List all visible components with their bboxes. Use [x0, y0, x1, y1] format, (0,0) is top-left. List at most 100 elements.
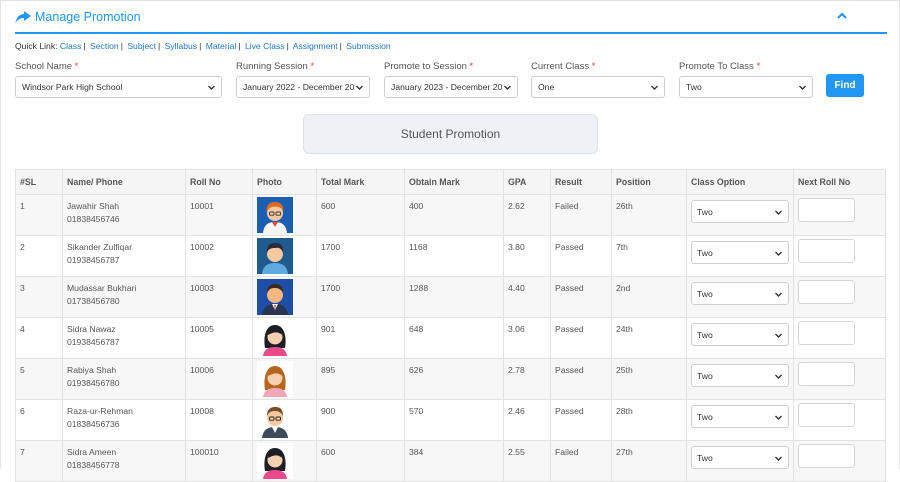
student-name: Sikander Zulfiqar — [67, 242, 132, 252]
class-option-select[interactable]: Two — [691, 241, 789, 264]
header-obtain-mark: Obtain Mark — [404, 169, 504, 195]
class-option-select[interactable]: Two — [691, 364, 789, 387]
header-gpa: GPA — [503, 169, 551, 195]
header-result: Result — [550, 169, 612, 195]
promote-class-label: Promote To Class * — [679, 61, 761, 72]
cell-obtain-mark: 626 — [404, 358, 504, 400]
cell-result: Failed — [550, 440, 612, 482]
cell-sl: 6 — [15, 399, 63, 441]
next-roll-input[interactable] — [798, 198, 855, 222]
cell-obtain-mark: 400 — [404, 194, 504, 236]
current-class-select[interactable]: One — [531, 76, 665, 98]
student-phone: 01838456778 — [67, 460, 120, 470]
quick-link-class[interactable]: Class — [60, 41, 82, 51]
cell-name-phone: Rabiya Shah 01938456780 — [62, 358, 186, 400]
quick-link-live-class[interactable]: Live Class — [245, 41, 285, 51]
chevron-down-icon — [775, 292, 782, 297]
chevron-down-icon — [775, 374, 782, 379]
running-session-select[interactable]: January 2022 - December 2022 — [236, 76, 370, 98]
header-class-option: Class Option — [686, 169, 794, 195]
share-arrow-icon — [15, 10, 31, 23]
student-phone: 01938456787 — [67, 255, 120, 265]
chevron-down-icon — [775, 415, 782, 420]
chevron-down-icon — [355, 83, 364, 92]
class-option-select[interactable]: Two — [691, 200, 789, 223]
quick-link-material[interactable]: Material — [206, 41, 237, 51]
class-option-select[interactable]: Two — [691, 446, 789, 469]
cell-position: 2nd — [611, 276, 687, 318]
cell-position: 26th — [611, 194, 687, 236]
chevron-down-icon — [207, 83, 216, 92]
cell-gpa: 3.80 — [503, 235, 551, 277]
cell-sl: 7 — [15, 440, 63, 482]
student-name: Rabiya Shah — [67, 365, 117, 375]
chevron-up-icon[interactable] — [835, 9, 849, 23]
male-suit-icon — [257, 279, 293, 315]
student-promotion-title: Student Promotion — [303, 114, 598, 154]
student-name: Raza-ur-Rehman — [67, 406, 133, 416]
student-phone: 01738456780 — [67, 296, 120, 306]
chevron-down-icon — [775, 251, 782, 256]
next-roll-input[interactable] — [798, 444, 855, 468]
next-roll-input[interactable] — [798, 239, 855, 263]
cell-position: 28th — [611, 399, 687, 441]
table-row: 5 Rabiya Shah 01938456780 10006 895 626 2.78 Pa… — [15, 358, 886, 400]
cell-gpa: 2.62 — [503, 194, 551, 236]
student-phone: 01838456746 — [67, 214, 120, 224]
student-name: Sidra Ameen — [67, 447, 117, 457]
cell-photo — [252, 399, 317, 441]
class-option-select[interactable]: Two — [691, 323, 789, 346]
cell-roll-no: 10008 — [185, 399, 253, 441]
quick-link-subject[interactable]: Subject — [127, 41, 156, 51]
promote-class-field: Promote To Class * Two — [679, 61, 813, 98]
school-select[interactable]: Windsor Park High School — [15, 76, 222, 98]
next-roll-input[interactable] — [798, 321, 855, 345]
cell-class-option: Two — [686, 235, 794, 277]
student-phone: 01838456736 — [67, 419, 120, 429]
cell-photo — [252, 194, 317, 236]
chevron-down-icon — [775, 210, 782, 215]
promote-class-select[interactable]: Two — [679, 76, 813, 98]
quick-link-assignment[interactable]: Assignment — [293, 41, 338, 51]
quick-link-submission[interactable]: Submission — [346, 41, 390, 51]
table-row: 7 Sidra Ameen 01838456778 100010 600 384 2.55 F… — [15, 440, 886, 482]
cell-total-mark: 901 — [316, 317, 405, 359]
panel-title: Manage Promotion — [15, 10, 141, 24]
promotion-table: #SL Name/ Phone Roll No Photo Total Mark… — [15, 169, 886, 482]
header-total-mark: Total Mark — [316, 169, 405, 195]
cell-photo — [252, 235, 317, 277]
cell-sl: 5 — [15, 358, 63, 400]
cell-position: 25th — [611, 358, 687, 400]
header-next-roll-no: Next Roll No — [793, 169, 886, 195]
next-roll-input[interactable] — [798, 403, 855, 427]
cell-sl: 4 — [15, 317, 63, 359]
quick-link-syllabus[interactable]: Syllabus — [165, 41, 197, 51]
table-row: 4 Sidra Nawaz 01938456787 10005 901 648 3.06 Pa… — [15, 317, 886, 359]
male-glasses-icon — [257, 402, 293, 438]
cell-total-mark: 600 — [316, 440, 405, 482]
class-option-select[interactable]: Two — [691, 405, 789, 428]
cell-class-option: Two — [686, 399, 794, 441]
cell-name-phone: Sikander Zulfiqar 01938456787 — [62, 235, 186, 277]
current-class-field: Current Class * One — [531, 61, 665, 98]
cell-result: Passed — [550, 317, 612, 359]
promote-session-select[interactable]: January 2023 - December 2023 — [384, 76, 518, 98]
quick-link-section[interactable]: Section — [90, 41, 119, 51]
cell-total-mark: 895 — [316, 358, 405, 400]
cell-photo — [252, 440, 317, 482]
next-roll-input[interactable] — [798, 362, 855, 386]
find-button[interactable]: Find — [826, 74, 864, 97]
cell-position: 27th — [611, 440, 687, 482]
current-class-label: Current Class * — [531, 61, 596, 72]
chevron-down-icon — [650, 83, 659, 92]
student-name: Mudassar Bukhari — [67, 283, 137, 293]
cell-next-roll-no — [793, 358, 886, 400]
class-option-select[interactable]: Two — [691, 282, 789, 305]
panel-header: Manage Promotion — [15, 7, 887, 34]
next-roll-input[interactable] — [798, 280, 855, 304]
cell-result: Failed — [550, 194, 612, 236]
quick-links: Quick Link: Class | Section | Subject | Syl… — [15, 41, 391, 51]
cell-gpa: 2.46 — [503, 399, 551, 441]
cell-next-roll-no — [793, 235, 886, 277]
cell-next-roll-no — [793, 399, 886, 441]
